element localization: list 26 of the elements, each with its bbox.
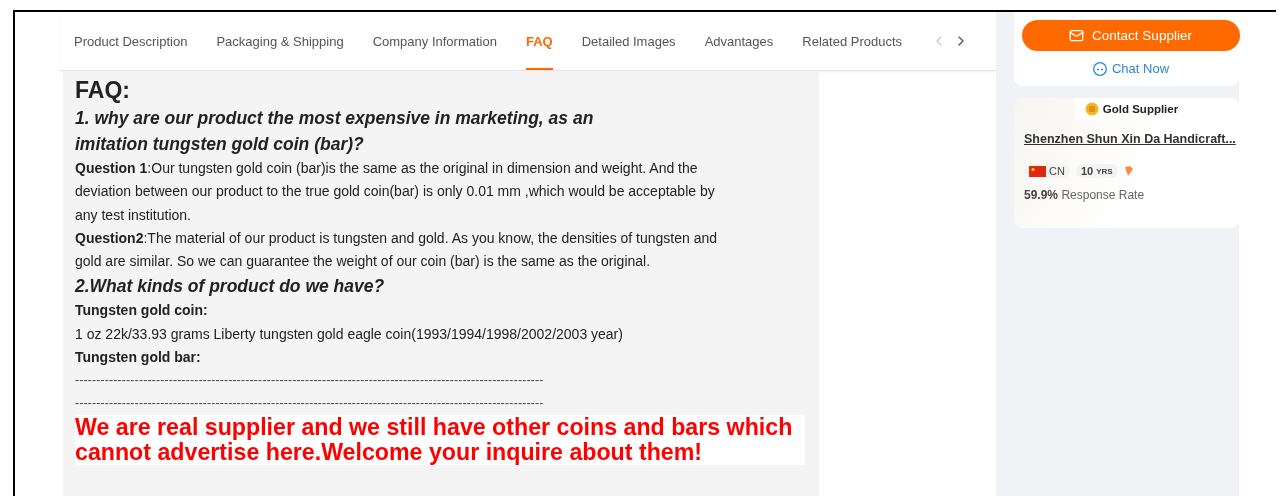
product-label: Tungsten gold bar: [75,348,202,368]
faq-question: 2.What kinds of product do we have? [75,275,386,299]
tab[interactable]: Product Description [74,12,188,70]
chat-now-link[interactable]: Chat Now [1091,61,1170,76]
tab[interactable]: Detailed Images [581,12,676,70]
dashed-line: -------------------------------------------------------------------------------------------------------------- [75,372,545,390]
company-name-link[interactable]: Shenzhen Shun Xin Da Handicraft... [1024,132,1239,146]
response-rate: 59.9% Response Rate [1024,188,1146,202]
dashed-line: -------------------------------------------------------------------------------------------------------------- [75,395,545,413]
tab[interactable]: Packaging & Shipping [216,12,344,70]
tab[interactable]: Advantages [704,12,774,70]
tab[interactable]: Related Products [802,12,903,70]
mail-icon [1069,28,1085,43]
faq-question: 1. why are our product the most expensive in marketing, as an imitation tungsten gold coin (bar)? [75,107,595,156]
medal-icon [1084,102,1099,116]
faq-title: FAQ: [75,76,131,105]
flag-icon [1029,165,1046,177]
tab[interactable]: Company Information [372,12,497,70]
notice-text: We are real supplier and we still have other coins and bars which cannot advertise here.Welcome your inquire about them! [75,415,805,466]
country-tag: CN [1024,164,1070,178]
product-label: Tungsten gold coin: [75,301,209,321]
faq-paragraph: Question2:The material of our product is tungsten and gold. As you know, the densities of tungsten and gold are similar. So we can guarantee the weight of our coin (bar) is the same as the original. [75,228,719,272]
faq-paragraph: Question 1:Our tungsten gold coin (bar)is the same as the original in dimension and weight. And the deviation between our product to the true gold coin(bar) is only 0.01 mm ,which would be acceptable by any test institution. [75,159,716,225]
faq-paragraph: 1 oz 22k/33.93 grams Liberty tungsten gold eagle coin(1993/1994/1998/2002/2003 year) [75,324,624,344]
diamond-icon [1123,165,1134,177]
chat-face-icon [1091,61,1108,76]
